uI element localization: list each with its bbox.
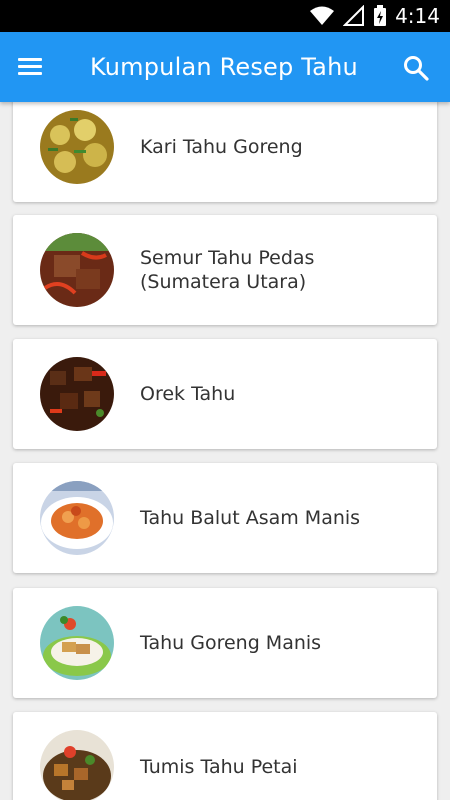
recipe-thumbnail (40, 481, 114, 555)
wifi-icon (310, 6, 335, 25)
recipe-card-tahu-balut-asam-manis[interactable]: Tahu Balut Asam Manis (13, 463, 437, 573)
hamburger-menu-icon[interactable] (18, 54, 52, 80)
app-title: Kumpulan Resep Tahu (90, 53, 358, 81)
recipe-title: Tahu Balut Asam Manis (140, 507, 361, 529)
status-bar: 4:14 (0, 0, 450, 32)
no-signal-icon (343, 5, 365, 26)
battery-charging-icon (374, 5, 387, 26)
recipe-title: Tumis Tahu Petai (140, 756, 298, 778)
recipe-card-kari-tahu-goreng[interactable]: Kari Tahu Goreng (13, 102, 437, 202)
recipe-thumbnail (40, 730, 114, 800)
recipe-thumbnail (40, 233, 114, 307)
recipe-title: Kari Tahu Goreng (140, 136, 303, 158)
recipe-title: Semur Tahu Pedas (Sumatera Utara) (140, 247, 315, 293)
recipe-title: Orek Tahu (140, 383, 236, 405)
recipe-title: Tahu Goreng Manis (140, 632, 322, 654)
recipe-card-tahu-goreng-manis[interactable]: Tahu Goreng Manis (13, 588, 437, 698)
recipe-card-orek-tahu[interactable]: Orek Tahu (13, 339, 437, 449)
recipe-thumbnail (40, 606, 114, 680)
recipe-thumbnail (40, 357, 114, 431)
app-bar: Kumpulan Resep Tahu (0, 32, 450, 102)
status-time: 4:14 (395, 4, 440, 28)
recipe-list[interactable]: Kari Tahu Goreng Semur Tahu Pedas (Sumat… (0, 102, 450, 800)
search-icon[interactable] (402, 54, 430, 82)
recipe-card-tumis-tahu-petai[interactable]: Tumis Tahu Petai (13, 712, 437, 800)
recipe-card-semur-tahu-pedas[interactable]: Semur Tahu Pedas (Sumatera Utara) (13, 215, 437, 325)
recipe-thumbnail (40, 110, 114, 184)
